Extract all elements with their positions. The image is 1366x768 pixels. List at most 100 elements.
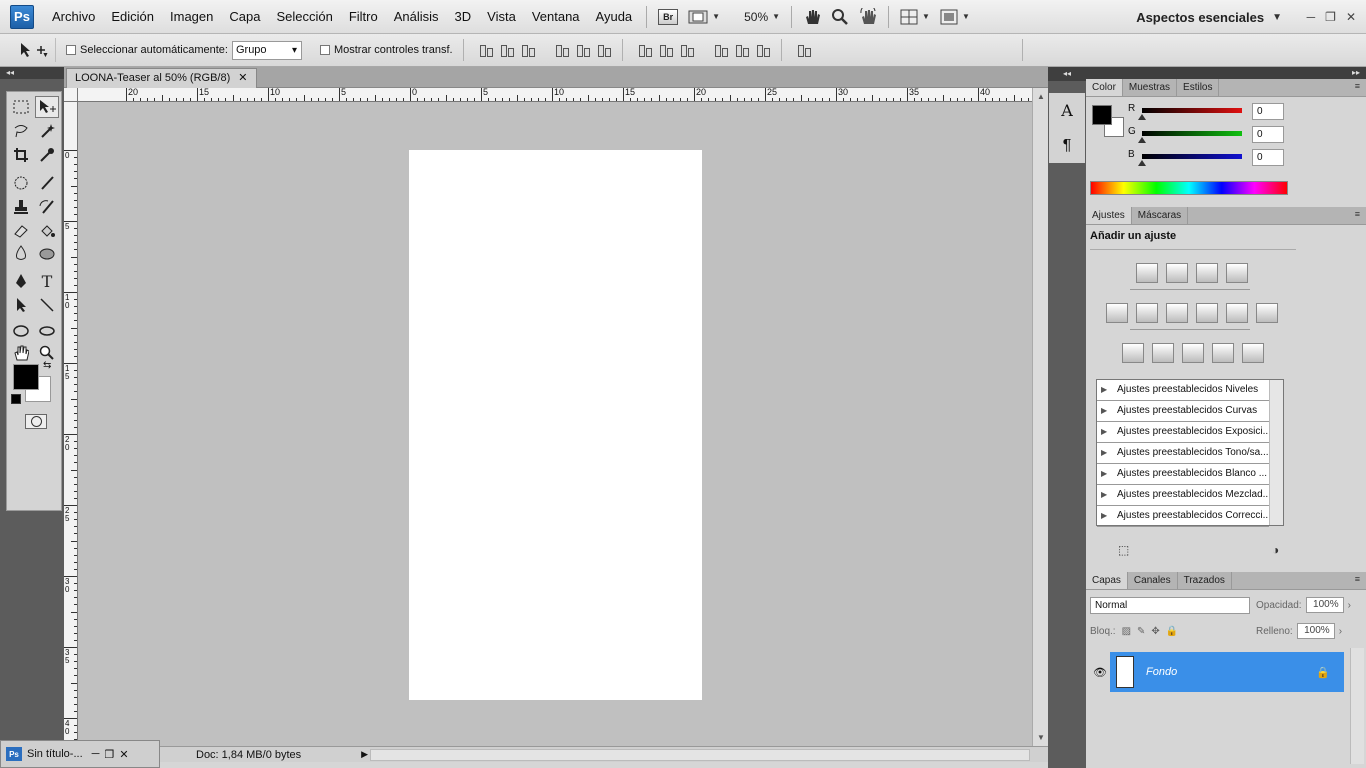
preset-selective-color[interactable]: Ajustes preestablecidos Correcci... (1097, 506, 1269, 527)
color-spectrum-bar[interactable] (1090, 181, 1288, 195)
preset-channel-mixer[interactable]: Ajustes preestablecidos Mezclad... (1097, 485, 1269, 506)
distribute-vcenter-icon[interactable] (658, 43, 674, 57)
layers-scrollbar[interactable] (1350, 648, 1364, 764)
zoom-level-dropdown[interactable]: 50% ▼ (739, 5, 785, 29)
preset-black-white[interactable]: Ajustes preestablecidos Blanco ... (1097, 464, 1269, 485)
default-colors-icon[interactable] (11, 394, 21, 404)
gradient-map-icon[interactable] (1212, 343, 1234, 363)
pen-tool[interactable] (9, 270, 33, 292)
tab-adjustments[interactable]: Ajustes (1086, 207, 1132, 224)
vertical-scrollbar[interactable]: ▲ ▼ (1032, 88, 1048, 746)
paint-bucket-tool[interactable] (35, 220, 59, 242)
auto-select-target-dropdown[interactable]: Grupo (231, 40, 302, 60)
tab-swatches[interactable]: Muestras (1123, 79, 1178, 96)
distribute-right-icon[interactable] (755, 43, 771, 57)
hand-tool[interactable] (9, 342, 33, 364)
menu-archivo[interactable]: Archivo (44, 0, 103, 34)
minimize-icon[interactable]: ─ (1307, 10, 1316, 24)
hue-saturation-icon[interactable] (1136, 303, 1158, 323)
history-brush-tool[interactable] (35, 196, 59, 218)
3d-rotate-tool[interactable] (9, 320, 33, 342)
menu-imagen[interactable]: Imagen (162, 0, 221, 34)
green-value-input[interactable]: 0 (1252, 126, 1284, 143)
fill-slider-arrow-icon[interactable]: › (1339, 626, 1342, 637)
expand-dock-arrows[interactable]: ◂◂ (1048, 67, 1086, 81)
panel-menu-icon[interactable]: ≡ (1355, 81, 1360, 91)
photo-filter-icon[interactable] (1226, 303, 1248, 323)
horizontal-scrollbar[interactable] (370, 749, 1030, 761)
lock-all-icon[interactable]: 🔒 (1166, 626, 1178, 637)
zoom-tool-button[interactable] (826, 5, 854, 29)
show-transform-checkbox[interactable]: Mostrar controles transf. (319, 44, 453, 56)
menu-analisis[interactable]: Análisis (386, 0, 447, 34)
align-bottom-icon[interactable] (520, 43, 536, 57)
scroll-down-icon[interactable]: ▼ (1037, 733, 1045, 742)
scroll-up-icon[interactable]: ▲ (1037, 92, 1045, 101)
panel-menu-icon[interactable]: ≡ (1355, 574, 1360, 584)
path-selection-tool[interactable] (9, 294, 33, 316)
eraser-tool[interactable] (9, 220, 33, 242)
menu-vista[interactable]: Vista (479, 0, 524, 34)
auto-select-checkbox[interactable]: Seleccionar automáticamente: (66, 44, 228, 56)
preset-curves[interactable]: Ajustes preestablecidos Curvas (1097, 401, 1269, 422)
threshold-icon[interactable] (1182, 343, 1204, 363)
menu-capa[interactable]: Capa (221, 0, 268, 34)
preset-levels[interactable]: Ajustes preestablecidos Niveles (1097, 380, 1269, 401)
lock-transparency-icon[interactable]: ▨ (1122, 626, 1131, 637)
mini-bridge-button[interactable]: ▼ (683, 5, 725, 29)
menu-ayuda[interactable]: Ayuda (588, 0, 641, 34)
restore-icon[interactable]: ❐ (104, 748, 114, 761)
exposure-icon[interactable] (1226, 263, 1248, 283)
red-value-input[interactable]: 0 (1252, 103, 1284, 120)
line-tool[interactable] (35, 294, 59, 316)
bridge-button[interactable]: Br (653, 5, 683, 29)
paragraph-panel-icon[interactable]: ¶ (1063, 137, 1072, 155)
tab-paths[interactable]: Trazados (1178, 572, 1232, 589)
rotate-view-button[interactable] (854, 5, 882, 29)
brightness-contrast-icon[interactable] (1136, 263, 1158, 283)
menu-3d[interactable]: 3D (447, 0, 480, 34)
dodge-tool[interactable] (35, 242, 59, 264)
quick-mask-button[interactable] (25, 414, 47, 429)
minimized-document[interactable]: Ps Sin título-... ─ ❐ ✕ (0, 740, 160, 768)
curves-icon[interactable] (1196, 263, 1218, 283)
magic-wand-tool[interactable] (35, 120, 59, 142)
minimize-icon[interactable]: ─ (92, 748, 100, 760)
green-slider-thumb[interactable] (1138, 137, 1146, 143)
swap-colors-icon[interactable]: ⇆ (43, 360, 51, 371)
marquee-tool[interactable] (9, 96, 33, 118)
visibility-toggle-icon[interactable]: ◑ (1272, 543, 1279, 557)
tab-color[interactable]: Color (1086, 79, 1123, 96)
blue-value-input[interactable]: 0 (1252, 149, 1284, 166)
close-icon[interactable]: ✕ (238, 69, 247, 88)
foreground-color-swatch[interactable] (13, 364, 39, 390)
distribute-bottom-icon[interactable] (679, 43, 695, 57)
align-left-icon[interactable] (554, 43, 570, 57)
ruler-origin[interactable] (64, 88, 78, 102)
type-tool[interactable]: T (35, 270, 59, 292)
move-tool[interactable] (35, 96, 59, 118)
levels-icon[interactable] (1166, 263, 1188, 283)
layer-row[interactable]: Fondo 🔒 (1110, 652, 1344, 692)
color-balance-icon[interactable] (1166, 303, 1188, 323)
black-white-icon[interactable] (1196, 303, 1218, 323)
posterize-icon[interactable] (1152, 343, 1174, 363)
selective-color-icon[interactable] (1242, 343, 1264, 363)
tool-preset-picker[interactable]: ▼ (10, 38, 56, 62)
lasso-tool[interactable] (9, 120, 33, 142)
panel-collapse-arrows[interactable]: ◂◂ (0, 67, 64, 79)
foreground-color-swatch[interactable] (1092, 105, 1112, 125)
preset-exposure[interactable]: Ajustes preestablecidos Exposici... (1097, 422, 1269, 443)
menu-seleccion[interactable]: Selección (268, 0, 340, 34)
menu-ventana[interactable]: Ventana (524, 0, 588, 34)
menu-edicion[interactable]: Edición (103, 0, 162, 34)
lock-pixels-icon[interactable]: ✎ (1137, 626, 1145, 637)
channel-mixer-icon[interactable] (1256, 303, 1278, 323)
horizontal-ruler[interactable]: 20 15 10 5 0 5 10 15 20 25 30 35 40 (78, 88, 1032, 102)
arrange-documents-button[interactable]: ▼ (895, 5, 935, 29)
align-top-icon[interactable] (478, 43, 494, 57)
auto-align-layers-icon[interactable] (796, 43, 812, 57)
distribute-top-icon[interactable] (637, 43, 653, 57)
restore-icon[interactable]: ❐ (1325, 10, 1336, 24)
invert-icon[interactable] (1122, 343, 1144, 363)
